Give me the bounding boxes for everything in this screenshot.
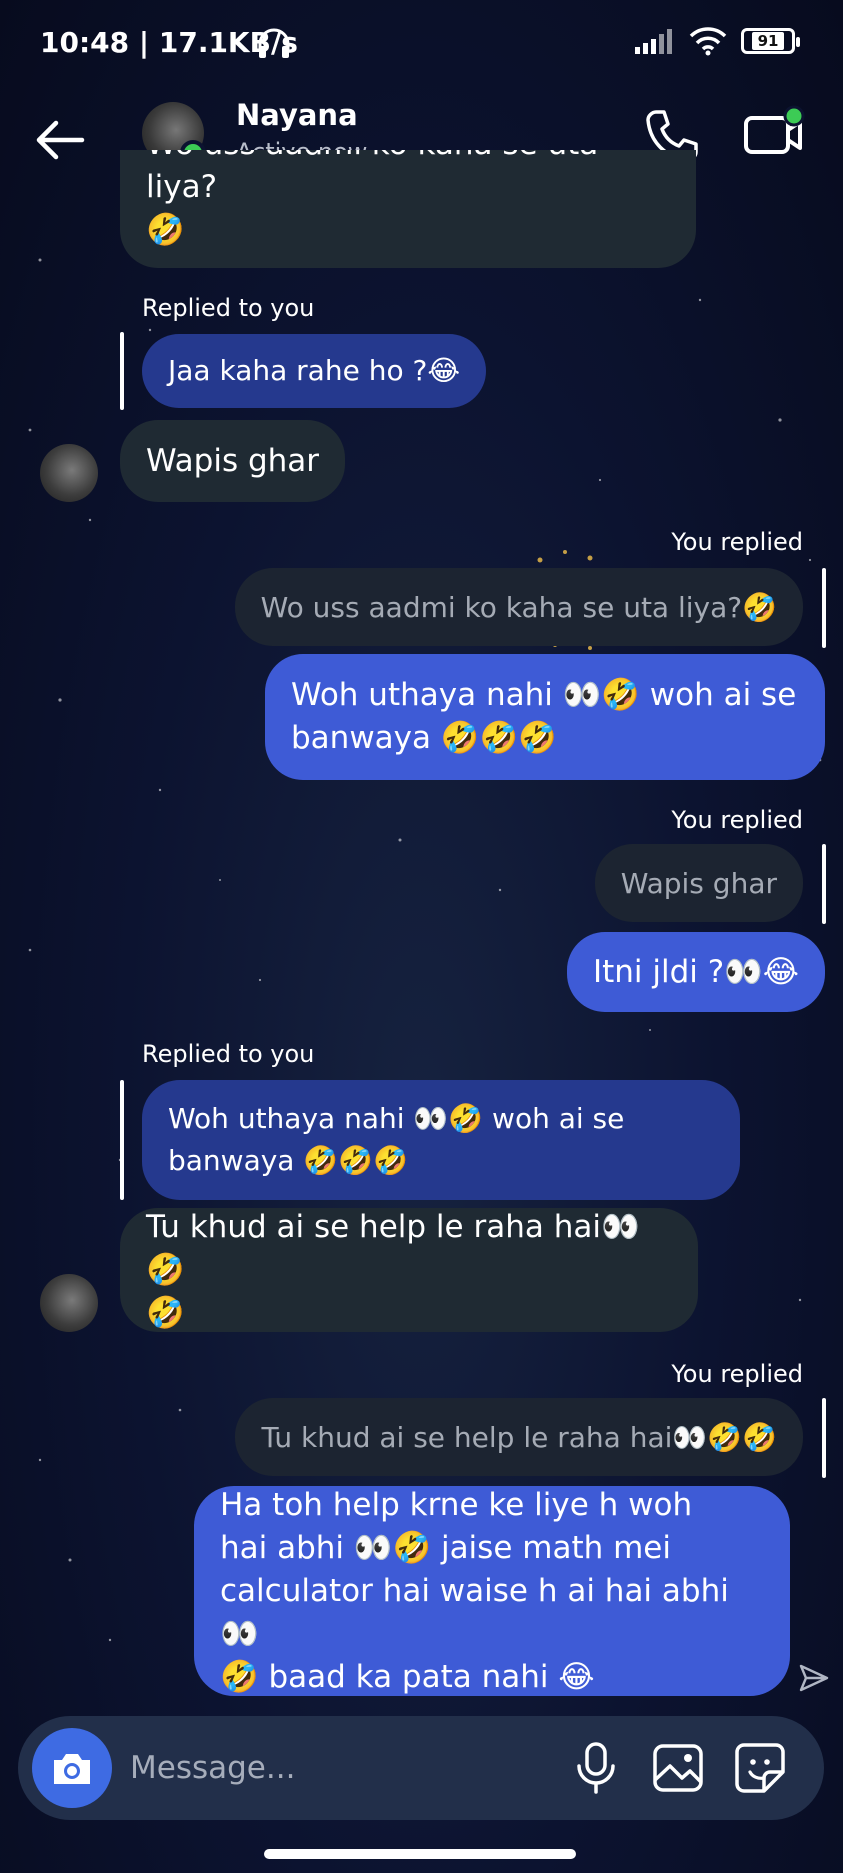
- quoted-message[interactable]: Jaa kaha rahe ho ?😂: [142, 334, 487, 408]
- reply-bar: [120, 1080, 124, 1200]
- message-text: hai abhi 👀🤣 jaise math mei: [220, 1529, 671, 1566]
- reply-label: You replied: [671, 528, 803, 556]
- sent-icon: [799, 1664, 829, 1692]
- message-text: Ha toh help krne ke liye h woh: [220, 1486, 693, 1523]
- message-text: 🤣: [146, 212, 185, 248]
- outgoing-message[interactable]: Itni jldi ?👀😂: [566, 932, 825, 1012]
- message-text: Itni jldi ?👀😂: [592, 953, 799, 990]
- reply-bar: [822, 844, 826, 924]
- reply-bar: [120, 332, 124, 410]
- quoted-text: Woh uthaya nahi 👀🤣 woh ai se: [168, 1102, 625, 1135]
- quoted-text: Wo uss aadmi ko kaha se uta liya?🤣: [260, 590, 777, 624]
- message-text: Tu khud ai se help le raha hai👀🤣: [146, 1208, 640, 1288]
- quoted-text: Wapis ghar: [620, 866, 777, 900]
- quoted-text: banwaya 🤣🤣🤣: [168, 1144, 408, 1177]
- quoted-text: Jaa kaha rahe ho ?😂: [168, 354, 461, 387]
- status-indicators: 91: [633, 26, 800, 56]
- message-text: 🤣: [146, 1294, 185, 1331]
- incoming-message[interactable]: Tu khud ai se help le raha hai👀🤣 🤣: [120, 1208, 698, 1332]
- reply-label: Replied to you: [142, 294, 315, 322]
- sticker-icon[interactable]: [730, 1738, 790, 1798]
- camera-button[interactable]: [32, 1728, 112, 1808]
- home-indicator[interactable]: [264, 1849, 576, 1859]
- signal-icon: [635, 29, 672, 54]
- wifi-icon: [689, 27, 727, 56]
- reply-bar: [822, 568, 826, 648]
- quoted-message[interactable]: Wo uss aadmi ko kaha se uta liya?🤣: [234, 568, 803, 646]
- message-composer: [18, 1716, 824, 1820]
- message-text: 🤣 baad ka pata nahi 😂: [220, 1658, 595, 1695]
- camera-icon: [54, 1754, 90, 1784]
- quoted-message[interactable]: Tu khud ai se help le raha hai👀🤣🤣: [235, 1398, 803, 1476]
- reply-label: You replied: [671, 1360, 803, 1388]
- incoming-message[interactable]: Wapis ghar: [120, 420, 346, 502]
- message-text: banwaya 🤣🤣🤣: [291, 720, 557, 756]
- message-input[interactable]: [130, 1734, 560, 1802]
- quoted-message[interactable]: Woh uthaya nahi 👀🤣 woh ai se banwaya 🤣🤣🤣: [142, 1080, 740, 1200]
- message-text: Wo uss aadmi ko kaha se uta liya?: [146, 150, 598, 205]
- contact-name[interactable]: Nayana: [236, 98, 358, 132]
- reply-bar: [822, 1398, 826, 1478]
- quoted-message[interactable]: Wapis ghar: [594, 844, 803, 922]
- sender-avatar[interactable]: [40, 1274, 98, 1332]
- outgoing-message[interactable]: Ha toh help krne ke liye h woh hai abhi …: [194, 1486, 790, 1696]
- gallery-icon[interactable]: [648, 1738, 708, 1798]
- message-text: Wapis ghar: [146, 442, 320, 479]
- sender-avatar[interactable]: [40, 444, 98, 502]
- status-bar: 10:48 | 17.1KB/s 91: [0, 0, 843, 90]
- battery-level: 91: [751, 32, 785, 50]
- microphone-icon[interactable]: [566, 1738, 626, 1798]
- message-text: Woh uthaya nahi 👀🤣 woh ai se: [291, 677, 797, 713]
- battery-icon: 91: [741, 28, 800, 54]
- incoming-message[interactable]: Wo uss aadmi ko kaha se uta liya? 🤣: [120, 150, 696, 268]
- reply-label: You replied: [671, 806, 803, 834]
- message-list[interactable]: Wo uss aadmi ko kaha se uta liya? 🤣 Repl…: [0, 150, 843, 1700]
- headphones-icon: [258, 28, 290, 58]
- quoted-text: Tu khud ai se help le raha hai👀🤣🤣: [261, 1420, 777, 1454]
- message-text: calculator hai waise h ai hai abhi 👀: [220, 1572, 729, 1652]
- outgoing-message[interactable]: Woh uthaya nahi 👀🤣 woh ai se banwaya 🤣🤣🤣: [265, 654, 825, 780]
- reply-label: Replied to you: [142, 1040, 315, 1068]
